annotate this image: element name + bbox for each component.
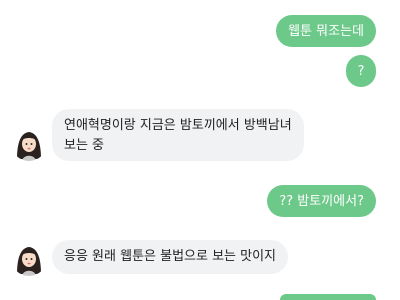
outgoing-message[interactable]: ? (346, 55, 376, 87)
message-text: 웹툰 뭐조는데 (288, 24, 364, 39)
message-text: ? (357, 64, 365, 79)
outgoing-message[interactable] (280, 294, 376, 300)
incoming-message[interactable]: 응응 원래 웹툰은 불법으로 보는 맛이지 (52, 240, 289, 274)
outgoing-message[interactable]: ?? 밤토끼에서? (267, 185, 376, 217)
message-text: ?? 밤토끼에서? (279, 194, 364, 209)
message-line: 연애혁명이랑 지금은 밤토끼에서 방백남녀 (64, 118, 292, 133)
girl-avatar-icon (11, 125, 47, 161)
incoming-message[interactable]: 연애혁명이랑 지금은 밤토끼에서 방백남녀 보는 중 (52, 109, 304, 161)
message-text: 응응 원래 웹툰은 불법으로 보는 맛이지 (64, 249, 277, 264)
girl-avatar-icon (11, 240, 47, 276)
contact-avatar[interactable] (11, 240, 47, 276)
outgoing-message[interactable]: 웹툰 뭐조는데 (276, 15, 376, 47)
contact-avatar[interactable] (11, 125, 47, 161)
message-line: 보는 중 (64, 138, 105, 153)
